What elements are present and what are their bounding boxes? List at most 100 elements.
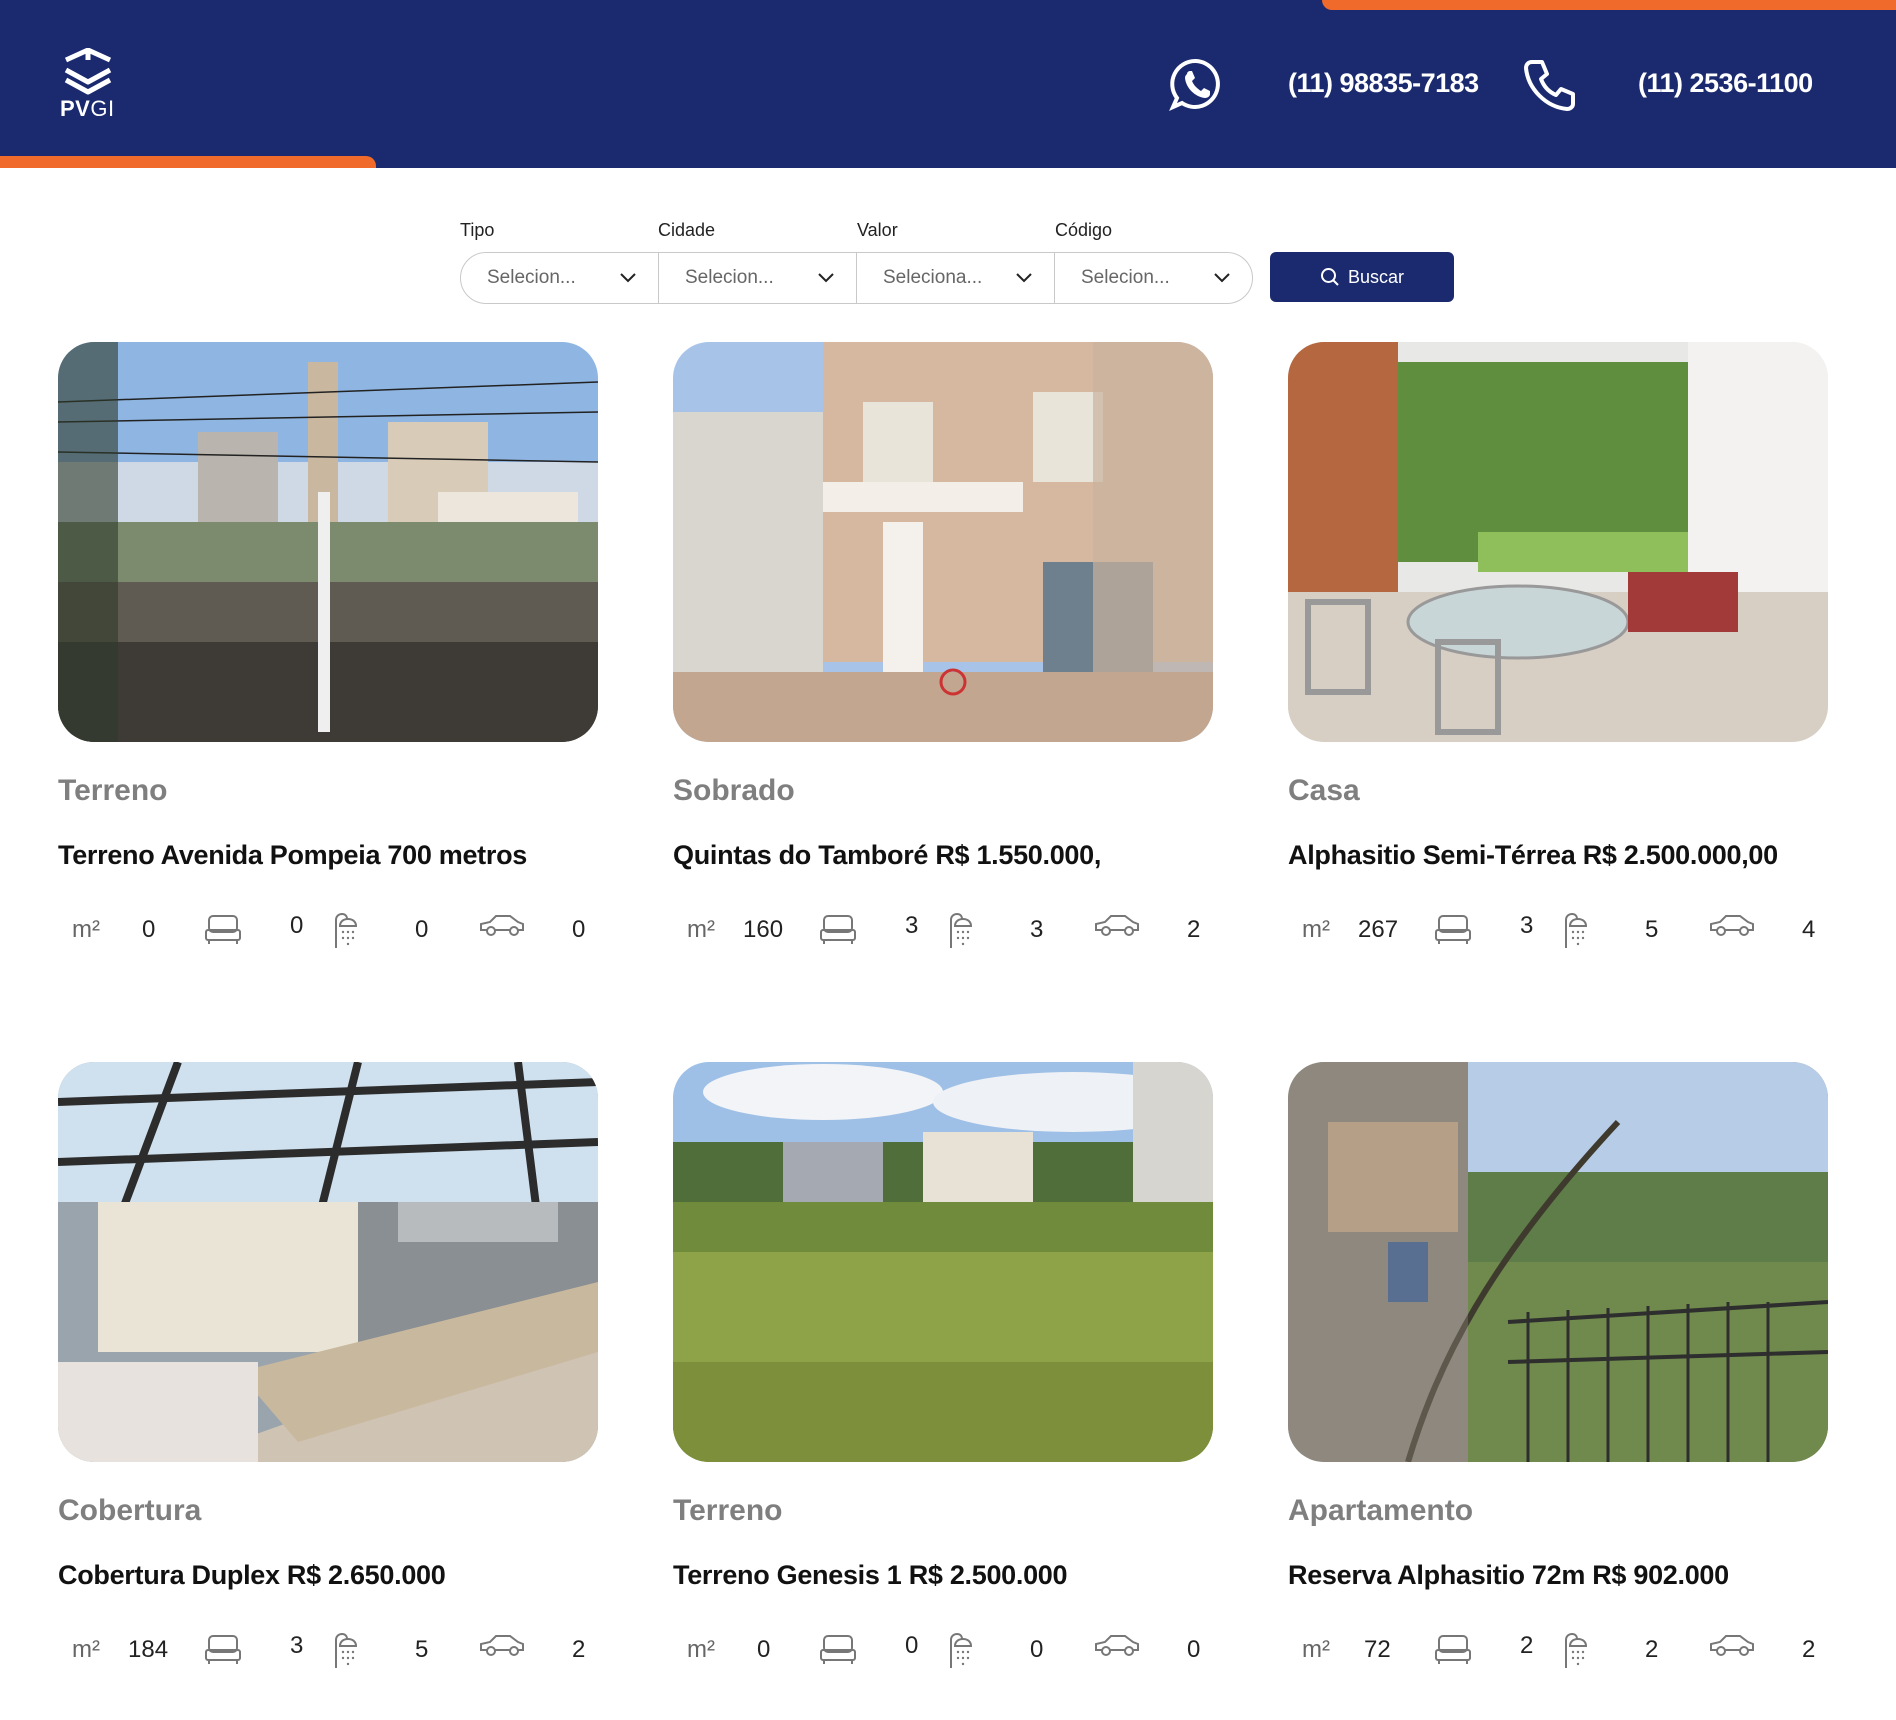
listing-title[interactable]: Cobertura Duplex R$ 2.650.000 <box>58 1560 446 1591</box>
listing-stats: m² 0 0 0 0 <box>58 908 598 952</box>
parking-value: 0 <box>572 916 586 943</box>
listing-title[interactable]: Reserva Alphasitio 72m R$ 902.000 <box>1288 1560 1729 1591</box>
listing-stats: m² 72 2 2 2 <box>1288 1628 1828 1672</box>
area-value: 0 <box>142 916 156 943</box>
bed-icon <box>1435 1635 1471 1664</box>
select-tipo[interactable]: Selecion... <box>461 253 659 303</box>
listing-title[interactable]: Alphasitio Semi-Térrea R$ 2.500.000,00 <box>1288 840 1778 871</box>
listing-type: Apartamento <box>1288 1494 1474 1527</box>
bedrooms-value: 3 <box>905 912 919 939</box>
logo-text[interactable]: PVGI <box>60 96 115 122</box>
car-icon <box>1095 915 1139 936</box>
bed-icon <box>820 1635 856 1664</box>
parking-value: 2 <box>1802 1636 1816 1663</box>
shower-icon <box>335 912 358 948</box>
car-icon <box>1095 1635 1139 1656</box>
bathrooms-value: 5 <box>1645 916 1659 943</box>
logo-text-light: GI <box>90 96 115 121</box>
listing-title[interactable]: Terreno Avenida Pompeia 700 metros <box>58 840 527 871</box>
phone-number[interactable]: (11) 2536-1100 <box>1638 68 1813 99</box>
bedrooms-value: 3 <box>290 1632 304 1659</box>
label-cidade: Cidade <box>658 220 716 240</box>
select-codigo[interactable]: Selecion... <box>1055 253 1252 303</box>
listing-title[interactable]: Quintas do Tamboré R$ 1.550.000, <box>673 840 1101 871</box>
car-icon <box>1710 1635 1754 1656</box>
whatsapp-number[interactable]: (11) 98835-7183 <box>1288 68 1479 99</box>
area-icon: m² <box>1302 1636 1330 1663</box>
area-icon: m² <box>72 916 100 943</box>
area-icon: m² <box>687 1636 715 1663</box>
area-value: 0 <box>757 1636 771 1663</box>
search-button[interactable]: Buscar <box>1270 252 1454 302</box>
whatsapp-icon[interactable] <box>1168 56 1224 112</box>
label-codigo: Código <box>1055 220 1113 240</box>
chevron-down-icon <box>818 273 834 283</box>
listing-photo[interactable] <box>58 342 598 742</box>
bed-icon <box>820 915 856 944</box>
area-value: 160 <box>743 916 784 943</box>
listing-photo[interactable] <box>1288 342 1828 742</box>
chevron-down-icon <box>620 273 636 283</box>
select-cidade[interactable]: Selecion... <box>659 253 857 303</box>
bed-icon <box>1435 915 1471 944</box>
bathrooms-value: 0 <box>415 916 429 943</box>
header-accent-top <box>1322 0 1896 10</box>
parking-value: 2 <box>1187 916 1201 943</box>
shower-icon <box>1565 912 1588 948</box>
listing-type: Casa <box>1288 774 1360 807</box>
bathrooms-value: 5 <box>415 1636 429 1663</box>
label-tipo: Tipo <box>460 220 495 240</box>
chevron-down-icon <box>1214 273 1230 283</box>
search-icon <box>1320 268 1339 286</box>
select-codigo-value: Selecion... <box>1081 267 1170 288</box>
area-icon: m² <box>72 1636 100 1663</box>
shower-icon <box>950 912 973 948</box>
bathrooms-value: 2 <box>1645 1636 1659 1663</box>
logo-text-bold: PV <box>60 96 91 121</box>
phone-icon[interactable] <box>1522 56 1578 112</box>
bed-icon <box>205 915 241 944</box>
listing-photo[interactable] <box>1288 1062 1828 1462</box>
select-tipo-value: Selecion... <box>487 267 576 288</box>
area-value: 267 <box>1358 916 1399 943</box>
area-value: 72 <box>1364 1636 1391 1663</box>
bedrooms-value: 3 <box>1520 912 1534 939</box>
listing-stats: m² 160 3 3 2 <box>673 908 1213 952</box>
bedrooms-value: 0 <box>905 1632 919 1659</box>
listing-type: Cobertura <box>58 1494 202 1527</box>
area-icon: m² <box>1302 916 1330 943</box>
bedrooms-value: 2 <box>1520 1632 1534 1659</box>
parking-value: 4 <box>1802 916 1816 943</box>
select-cidade-value: Selecion... <box>685 267 774 288</box>
car-icon <box>1710 915 1754 936</box>
shower-icon <box>950 1632 973 1668</box>
bathrooms-value: 0 <box>1030 1636 1044 1663</box>
area-value: 184 <box>128 1636 169 1663</box>
parking-value: 2 <box>572 1636 586 1663</box>
listing-title[interactable]: Terreno Genesis 1 R$ 2.500.000 <box>673 1560 1068 1591</box>
select-valor[interactable]: Seleciona... <box>857 253 1055 303</box>
listing-stats: m² 267 3 5 4 <box>1288 908 1828 952</box>
site-header: PVGI (11) 98835-7183 (11) 2536-1100 <box>0 0 1896 168</box>
filter-group: Selecion... Selecion... Seleciona... Sel… <box>460 252 1253 304</box>
label-valor: Valor <box>857 220 898 240</box>
search-button-label: Buscar <box>1347 266 1405 287</box>
listing-type: Terreno <box>58 774 168 807</box>
listing-photo[interactable] <box>673 342 1213 742</box>
listing-stats: m² 0 0 0 0 <box>673 1628 1213 1672</box>
car-icon <box>480 915 524 936</box>
parking-value: 0 <box>1187 1636 1201 1663</box>
listing-type: Sobrado <box>673 774 795 807</box>
listing-stats: m² 184 3 5 2 <box>58 1628 598 1672</box>
bed-icon <box>205 1635 241 1664</box>
select-valor-value: Seleciona... <box>883 267 983 288</box>
area-icon: m² <box>687 916 715 943</box>
chevron-down-icon <box>1016 273 1032 283</box>
listing-photo[interactable] <box>673 1062 1213 1462</box>
header-accent-bottom <box>0 156 376 168</box>
listing-photo[interactable] <box>58 1062 598 1462</box>
shower-icon <box>1565 1632 1588 1668</box>
shower-icon <box>335 1632 358 1668</box>
bathrooms-value: 3 <box>1030 916 1044 943</box>
listing-type: Terreno <box>673 1494 783 1527</box>
